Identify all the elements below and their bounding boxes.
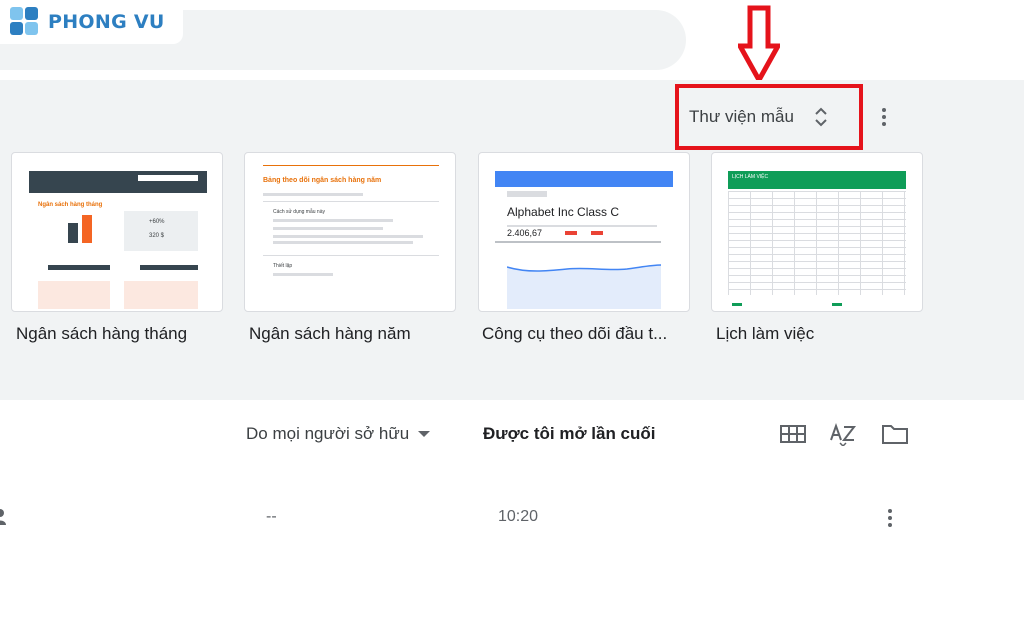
thumb-text-line xyxy=(273,219,393,222)
grid-icon[interactable] xyxy=(779,422,807,446)
thumb-divider xyxy=(507,225,657,227)
thumb-change-badge xyxy=(565,231,577,235)
thumb-stat-box xyxy=(124,211,198,251)
template-card-monthly-budget[interactable]: Ngân sách hàng tháng +60% 320 $ xyxy=(11,152,223,312)
template-card-annual-budget[interactable]: Bảng theo dõi ngân sách hàng năm Cách sử… xyxy=(244,152,456,312)
file-last-opened: 10:20 xyxy=(498,508,539,525)
thumb-section: Cách sử dụng mẫu này xyxy=(273,209,325,215)
thumb-heading: Alphabet Inc Class C xyxy=(507,205,620,219)
people-icon xyxy=(0,509,6,525)
thumb-divider xyxy=(495,241,661,243)
file-more-icon[interactable] xyxy=(878,506,902,530)
top-bar: PHONG VU xyxy=(0,0,1024,80)
template-title-monthly-budget[interactable]: Ngân sách hàng tháng xyxy=(16,324,226,344)
thumb-line-dark-2 xyxy=(140,265,198,270)
thumb-divider xyxy=(263,255,439,256)
thumb-text-line xyxy=(273,235,423,238)
thumb-bar-orange xyxy=(82,215,92,243)
thumb-foot: Thiết lập xyxy=(273,263,293,269)
owner-filter-dropdown[interactable]: Do mọi người sở hữu xyxy=(246,424,431,444)
thumb-text-line xyxy=(273,241,413,244)
thumb-header-band xyxy=(495,171,673,187)
template-card-investment-tracker[interactable]: Alphabet Inc Class C 2.406,67 xyxy=(478,152,690,312)
template-title-annual-budget[interactable]: Ngân sách hàng năm xyxy=(249,324,459,344)
thumb-price-chart xyxy=(507,264,661,309)
template-gallery-toggle[interactable]: Thư viện mẫu xyxy=(689,105,828,129)
thumb-table-left xyxy=(38,281,110,309)
unfold-more-icon xyxy=(815,107,827,127)
thumb-top-rule xyxy=(263,165,439,166)
thumb-heading: Ngân sách hàng tháng xyxy=(38,202,103,208)
thumb-heading: LỊCH LÀM VIỆC xyxy=(732,174,769,180)
thumb-heading: Bảng theo dõi ngân sách hàng năm xyxy=(263,177,382,184)
thumb-bar-dark xyxy=(68,223,78,243)
template-gallery-highlight: Thư viện mẫu xyxy=(675,84,863,150)
template-title-investment-tracker[interactable]: Công cụ theo dõi đầu t... xyxy=(482,324,692,344)
thumb-text-line xyxy=(273,273,333,276)
logo-text: PHONG VU xyxy=(48,11,165,33)
thumb-header-field xyxy=(138,175,198,181)
thumb-table-right xyxy=(124,281,198,309)
thumb-foot-mark xyxy=(732,303,742,306)
template-gallery-label: Thư viện mẫu xyxy=(689,107,794,126)
sort-az-icon[interactable] xyxy=(829,422,857,446)
file-row[interactable]: -- 10:20 xyxy=(0,490,1024,546)
thumb-divider xyxy=(263,201,439,202)
thumb-tab xyxy=(507,191,547,197)
gallery-more-icon[interactable] xyxy=(872,105,896,129)
dropdown-caret-icon xyxy=(418,431,431,437)
file-owner: -- xyxy=(266,508,277,525)
template-title-work-schedule[interactable]: Lịch làm việc xyxy=(716,324,926,344)
thumb-text-line xyxy=(273,227,383,230)
thumb-change-badge xyxy=(591,231,603,235)
template-card-work-schedule[interactable]: LỊCH LÀM VIỆC xyxy=(711,152,923,312)
thumb-sub: 320 $ xyxy=(149,233,165,239)
thumb-sub-line xyxy=(263,193,363,196)
folder-icon[interactable] xyxy=(881,422,909,446)
thumb-line-dark xyxy=(48,265,110,270)
phong-vu-logo: PHONG VU xyxy=(0,0,183,44)
thumb-value: 2.406,67 xyxy=(507,228,543,238)
logo-mark-icon xyxy=(10,7,42,37)
last-opened-sort[interactable]: Được tôi mở lần cuối xyxy=(483,424,656,444)
thumb-schedule-grid xyxy=(728,191,906,295)
red-down-arrow-icon xyxy=(738,5,780,84)
thumb-stat: +60% xyxy=(149,219,165,225)
owner-filter-label: Do mọi người sở hữu xyxy=(246,424,410,443)
thumb-foot-mark xyxy=(832,303,842,306)
